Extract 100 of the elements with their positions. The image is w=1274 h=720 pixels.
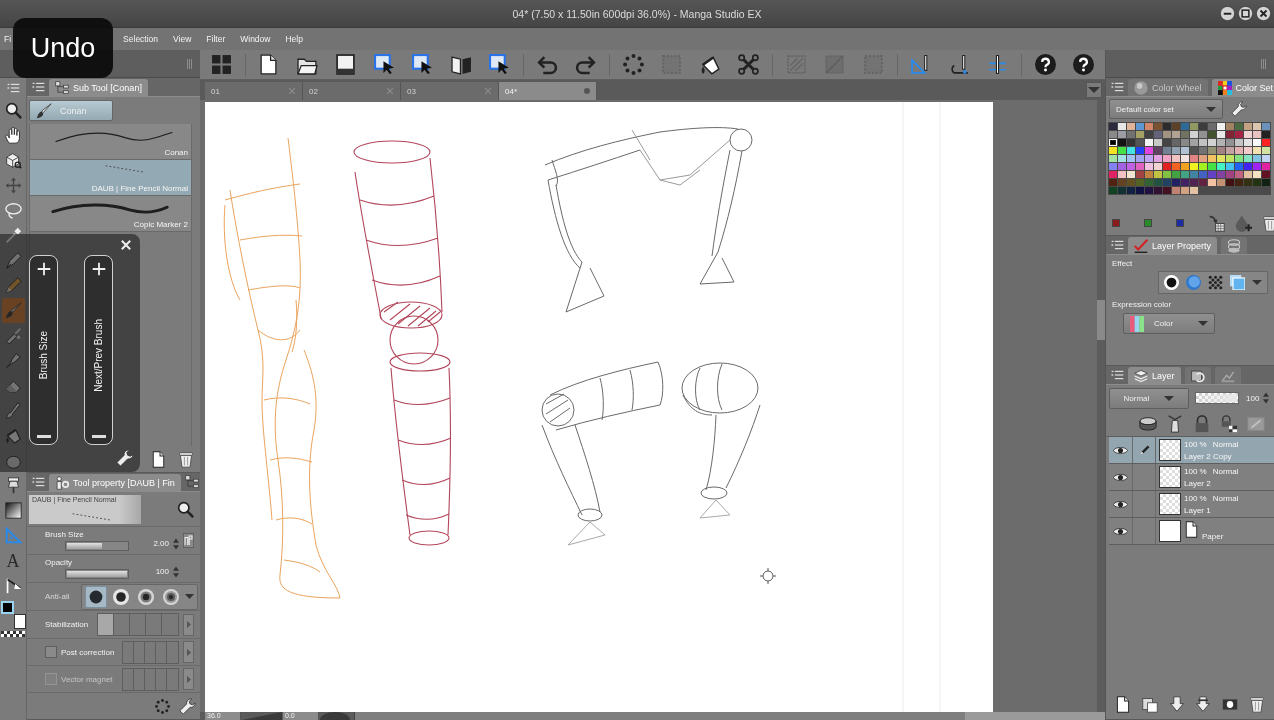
step-segment[interactable] [114, 614, 130, 635]
step-segment[interactable] [123, 641, 134, 663]
dot-icon[interactable] [584, 88, 590, 94]
brush-row[interactable]: Conan [30, 124, 191, 160]
color-swatch[interactable] [1190, 163, 1198, 170]
vertical-scrollbar[interactable] [1097, 100, 1105, 712]
redo-icon[interactable] [575, 54, 597, 75]
color-swatch[interactable] [1145, 131, 1153, 138]
overlapping-squares-icon[interactable] [1230, 275, 1245, 290]
arrow-grid-icon[interactable] [1208, 214, 1225, 232]
color-swatch[interactable] [1136, 123, 1144, 130]
color-swatch[interactable] [1217, 123, 1225, 130]
panel-menu-icon[interactable] [1111, 81, 1124, 93]
crossed-frame-icon[interactable] [738, 54, 760, 75]
step-segment[interactable] [123, 668, 134, 690]
color-swatch[interactable] [1253, 131, 1261, 138]
hierarchy-icon[interactable] [184, 475, 199, 489]
lock-icon[interactable] [1193, 414, 1211, 433]
color-swatch[interactable] [1109, 155, 1117, 162]
layer-row[interactable]: Paper [1109, 518, 1274, 545]
color-swatch[interactable] [1208, 155, 1216, 162]
color-swatch[interactable] [1190, 187, 1198, 194]
color-swatch[interactable] [1154, 123, 1162, 130]
color-swatch[interactable] [1127, 179, 1135, 186]
menu-item[interactable]: Fi [4, 34, 12, 44]
color-swatch[interactable] [1127, 139, 1135, 146]
panel-tab[interactable]: Color Wheel [1128, 79, 1208, 96]
color-swatch[interactable] [1118, 171, 1126, 178]
color-swatch[interactable] [1127, 187, 1135, 194]
checkerboard-icon[interactable] [1, 631, 25, 637]
color-swatch[interactable] [1208, 171, 1216, 178]
color-swatch[interactable] [1235, 155, 1243, 162]
color-swatch[interactable] [1163, 139, 1171, 146]
color-swatch[interactable] [1118, 163, 1126, 170]
color-swatch[interactable] [1118, 147, 1126, 154]
brush-row[interactable]: DAUB | Fine Pencil Normal [30, 160, 191, 196]
document-tab[interactable]: 04* [499, 82, 597, 100]
plus-icon[interactable] [91, 262, 106, 276]
search-icon[interactable] [177, 500, 194, 518]
plus-minus-control[interactable]: Brush Size [29, 255, 58, 445]
color-swatch[interactable] [1190, 171, 1198, 178]
color-swatch[interactable] [1118, 187, 1126, 194]
color-swatch[interactable] [1262, 171, 1270, 178]
color-swatch[interactable] [1217, 155, 1225, 162]
trash-icon[interactable] [1262, 214, 1274, 232]
color-swatch[interactable] [1190, 147, 1198, 154]
color-swatch[interactable] [1154, 155, 1162, 162]
color-swatch[interactable] [1145, 155, 1153, 162]
eye-icon[interactable] [1113, 445, 1128, 455]
color-swatch[interactable] [1235, 163, 1243, 170]
color-swatch[interactable] [1136, 155, 1144, 162]
color-swatch[interactable] [1262, 179, 1270, 186]
color-swatch[interactable] [1172, 123, 1180, 130]
down-arrow-icon[interactable] [1168, 695, 1185, 713]
color-swatch[interactable] [1145, 171, 1153, 178]
color-swatch[interactable] [1172, 187, 1180, 194]
expand-button[interactable] [183, 613, 194, 636]
color-swatch[interactable] [1118, 123, 1126, 130]
color-swatch[interactable] [1172, 155, 1180, 162]
trash-icon[interactable] [178, 450, 194, 468]
color-swatch[interactable] [1145, 179, 1153, 186]
color-swatch[interactable] [1154, 179, 1162, 186]
color-swatch[interactable] [1154, 163, 1162, 170]
color-swatch[interactable] [1127, 147, 1135, 154]
document-tab[interactable]: 03 [401, 82, 499, 100]
panel-tab[interactable] [1184, 367, 1211, 384]
color-swatch[interactable] [1136, 139, 1144, 146]
panel-menu-icon[interactable] [1111, 239, 1124, 251]
panel-tab[interactable]: Tool property [DAUB | Fin [49, 474, 181, 491]
step-segment[interactable] [130, 614, 146, 635]
color-swatch[interactable] [1181, 179, 1189, 186]
color-swatch[interactable] [1217, 131, 1225, 138]
color-swatch[interactable] [1163, 147, 1171, 154]
color-swatch[interactable] [1199, 131, 1207, 138]
color-swatch[interactable] [1181, 123, 1189, 130]
wrench-icon[interactable] [179, 697, 196, 715]
minimize-icon[interactable] [1220, 6, 1235, 21]
color-swatch[interactable] [1226, 163, 1234, 170]
color-swatch[interactable] [1190, 155, 1198, 162]
step-segment[interactable] [134, 641, 145, 663]
horizontal-scrollbar[interactable] [354, 712, 1105, 720]
color-swatch[interactable] [1262, 131, 1270, 138]
step-segment[interactable] [98, 614, 114, 635]
step-segment[interactable] [156, 641, 167, 663]
ringed-circle-icon[interactable] [1164, 275, 1179, 290]
color-swatch[interactable] [1127, 131, 1135, 138]
expression-color-dropdown[interactable]: Color [1123, 313, 1215, 334]
plus-icon[interactable] [36, 262, 51, 276]
step-segment[interactable] [146, 614, 162, 635]
step-segment[interactable] [145, 668, 156, 690]
color-swatch[interactable] [1244, 171, 1252, 178]
color-swatch[interactable] [1235, 179, 1243, 186]
color-swatch[interactable] [1136, 163, 1144, 170]
color-swatch[interactable] [1253, 147, 1261, 154]
color-swatch[interactable] [1199, 163, 1207, 170]
color-swatch[interactable] [1235, 131, 1243, 138]
color-swatch[interactable] [1154, 147, 1162, 154]
color-swatch[interactable] [1118, 179, 1126, 186]
color-chip[interactable] [1176, 219, 1184, 227]
step-segment[interactable] [167, 668, 178, 690]
